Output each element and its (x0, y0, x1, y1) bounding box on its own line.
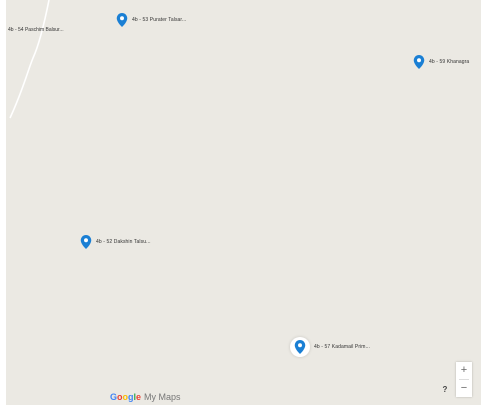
marker-label: 4b - 52 Dakshin Talsu... (96, 239, 151, 245)
google-my-maps-branding[interactable]: Google My Maps (110, 392, 181, 402)
location-pin-icon (80, 235, 92, 249)
zoom-out-button[interactable]: − (456, 380, 472, 397)
location-pin-icon (116, 13, 128, 27)
product-name: My Maps (144, 392, 181, 402)
marker-label: 4b - 57 Kadamail Prim... (314, 344, 371, 350)
map-marker-khanagra[interactable]: 4b - 59 Khanagra (413, 55, 469, 69)
map-canvas[interactable] (6, 0, 481, 405)
road-line (9, 0, 50, 119)
marker-label: 4b - 53 Purater Talsar... (132, 17, 187, 23)
map-marker-kadamail-prim[interactable]: 4b - 57 Kadamail Prim... (290, 337, 370, 357)
map-marker-dakshin-talsu[interactable]: 4b - 52 Dakshin Talsu... (80, 235, 151, 249)
help-button[interactable]: ? (440, 385, 450, 395)
edge-place-label: 4b - 54 Paschim Balsur... (8, 27, 64, 33)
marker-label: 4b - 59 Khanagra (429, 59, 470, 65)
zoom-in-button[interactable]: + (456, 362, 472, 379)
selected-marker-highlight (290, 337, 310, 357)
location-pin-icon (413, 55, 425, 69)
google-logo: Google (110, 392, 142, 402)
location-pin-icon (294, 340, 306, 354)
map-marker-purater-talsar[interactable]: 4b - 53 Purater Talsar... (116, 13, 186, 27)
zoom-control: + − (456, 362, 472, 397)
